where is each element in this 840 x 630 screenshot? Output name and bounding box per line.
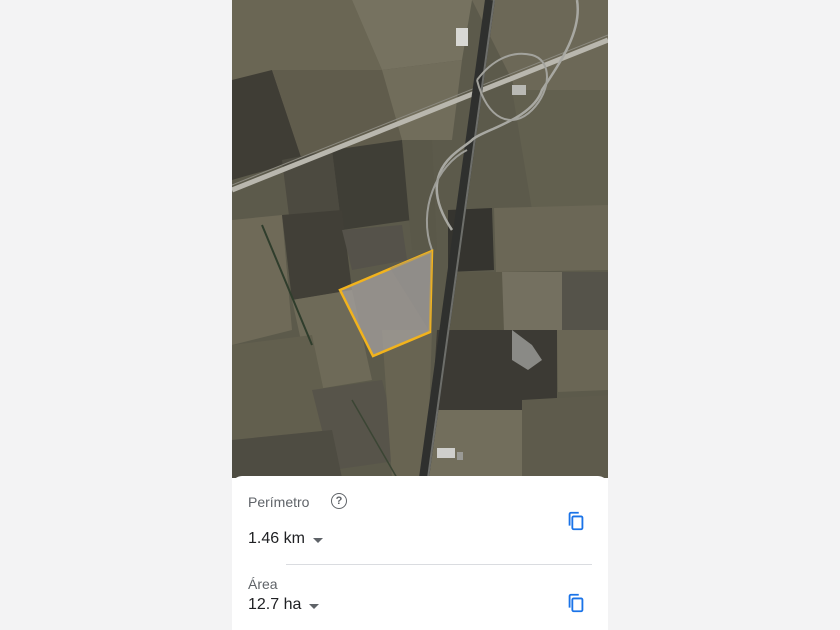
measurement-sheet: Perímetro ? 1.46 km Área 12.7 ha [232, 476, 608, 630]
area-value: 12.7 ha [248, 596, 302, 613]
area-unit-dropdown[interactable]: 12.7 ha [248, 596, 320, 614]
perimeter-value: 1.46 km [248, 530, 305, 547]
satellite-map[interactable] [232, 0, 608, 478]
question-circle-icon[interactable]: ? [331, 493, 347, 509]
perimeter-label: Perímetro [248, 494, 310, 510]
chevron-down-icon [312, 537, 323, 543]
divider [286, 564, 592, 565]
copy-icon[interactable] [565, 592, 587, 614]
chevron-down-icon [309, 603, 320, 609]
satellite-imagery [232, 0, 608, 478]
area-label: Área [248, 576, 278, 592]
perimeter-unit-dropdown[interactable]: 1.46 km [248, 530, 323, 548]
copy-icon[interactable] [565, 510, 587, 532]
phone-screen: Perímetro ? 1.46 km Área 12.7 ha [232, 0, 608, 630]
